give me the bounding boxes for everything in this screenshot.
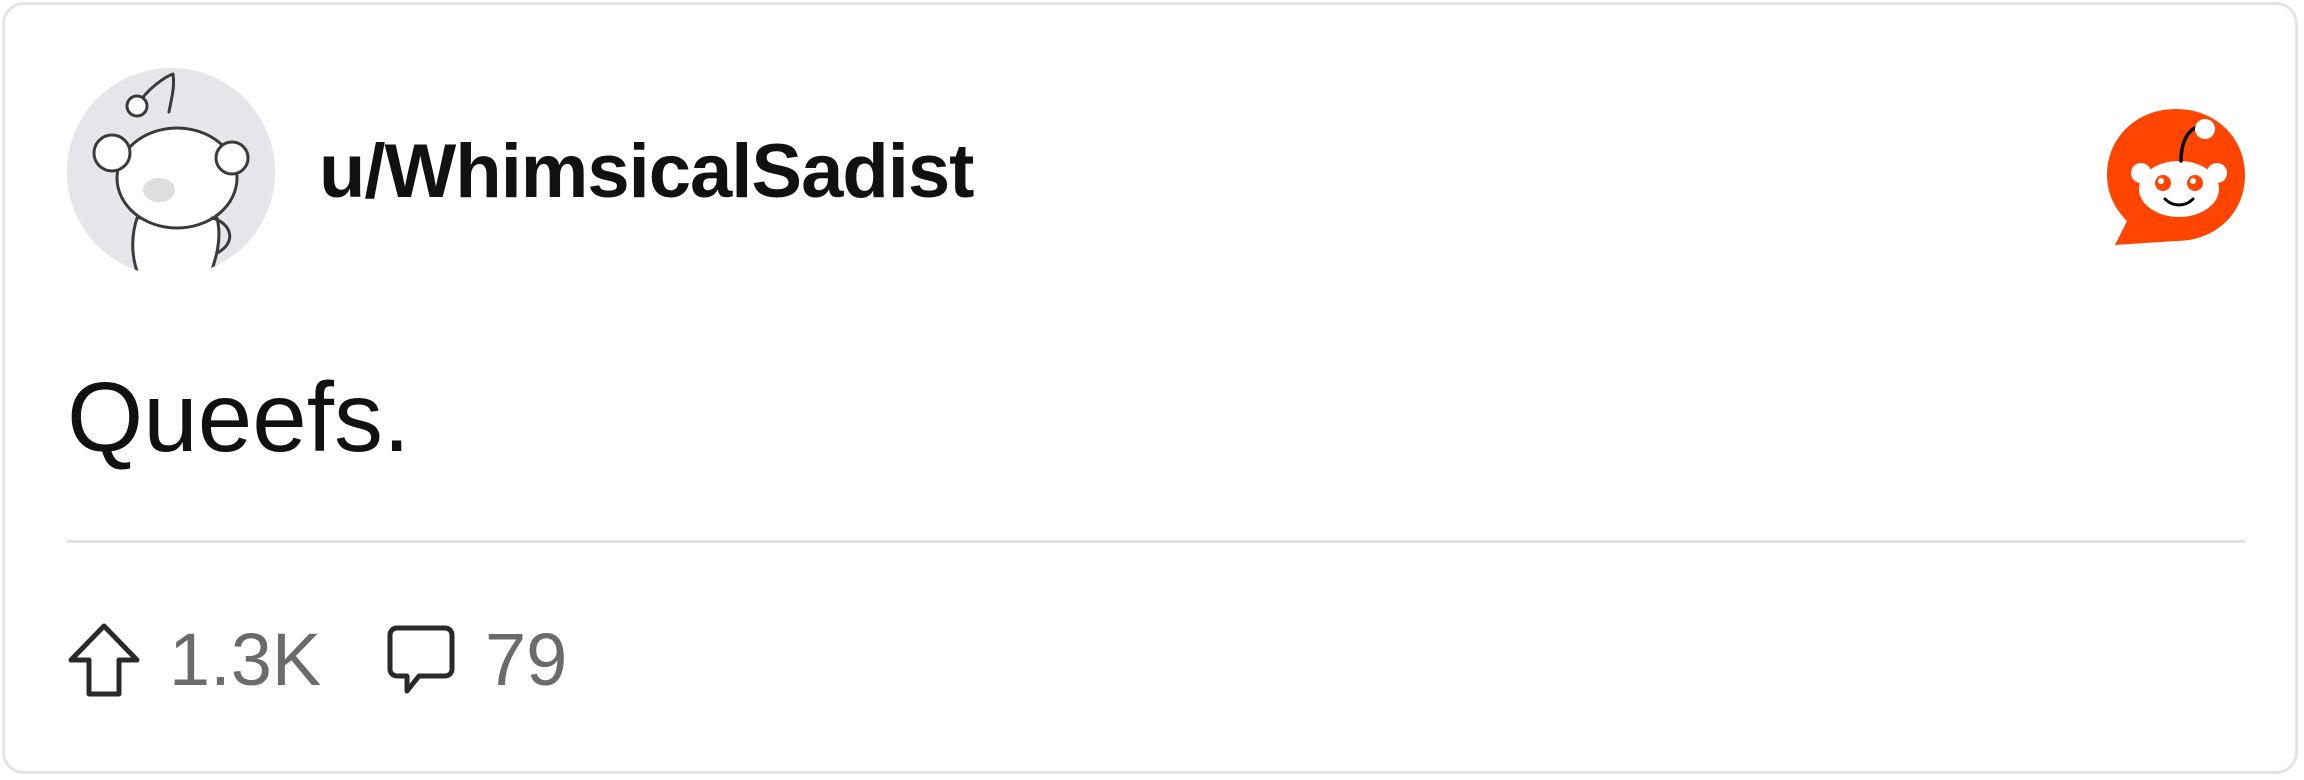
post-card[interactable]: u/WhimsicalSadist Queefs. 1.3K 79: [2, 2, 2298, 774]
post-body: Queefs.: [67, 362, 411, 472]
comment-stat[interactable]: 79: [385, 615, 567, 705]
upvote-count: 1.3K: [169, 618, 322, 701]
username[interactable]: u/WhimsicalSadist: [319, 127, 974, 217]
comment-bubble-icon[interactable]: [385, 623, 457, 697]
reddit-logo-icon[interactable]: [2101, 103, 2251, 249]
user-avatar[interactable]: [67, 68, 275, 276]
upvote-stat[interactable]: 1.3K: [67, 615, 321, 705]
upvote-arrow-icon[interactable]: [67, 622, 141, 698]
divider: [67, 540, 2245, 543]
snoo-avatar-icon: [67, 68, 275, 276]
comment-count: 79: [485, 618, 568, 701]
